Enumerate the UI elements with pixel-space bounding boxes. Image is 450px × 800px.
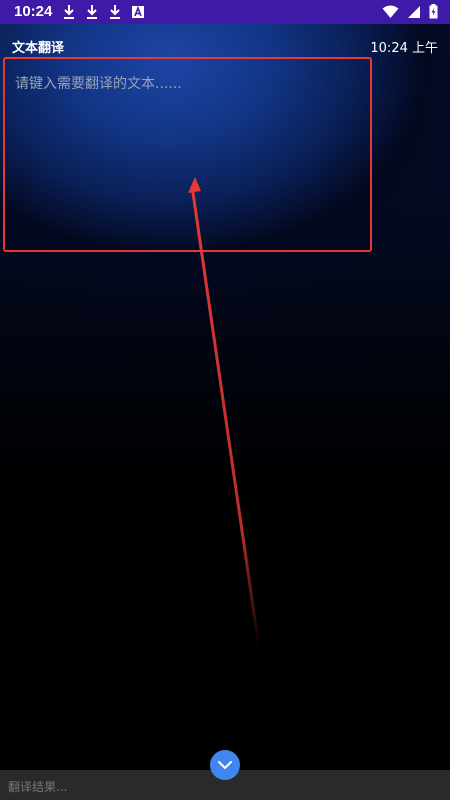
signal-icon <box>408 5 420 18</box>
page-title: 文本翻译 <box>12 41 65 56</box>
notification-icons <box>62 4 145 20</box>
status-time: 10:24 <box>14 3 53 20</box>
wifi-icon <box>382 5 399 18</box>
download-icon <box>110 5 120 19</box>
clock-label: 10:24 上午 <box>370 41 438 56</box>
download-icon <box>64 5 74 19</box>
chevron-down-icon <box>218 761 232 770</box>
source-text-box <box>3 57 372 252</box>
screen: 10:24 文本翻译 10:24 上午 请键入需要翻译的文本...... 翻译结… <box>0 0 450 800</box>
status-bar: 10:24 <box>0 0 450 24</box>
battery-icon <box>429 4 438 19</box>
expand-button[interactable] <box>210 750 240 780</box>
source-text-input[interactable] <box>5 59 370 250</box>
system-icons <box>382 4 438 19</box>
a-icon <box>132 5 144 18</box>
download-icon <box>87 5 97 19</box>
result-placeholder: 翻译结果... <box>8 780 68 794</box>
